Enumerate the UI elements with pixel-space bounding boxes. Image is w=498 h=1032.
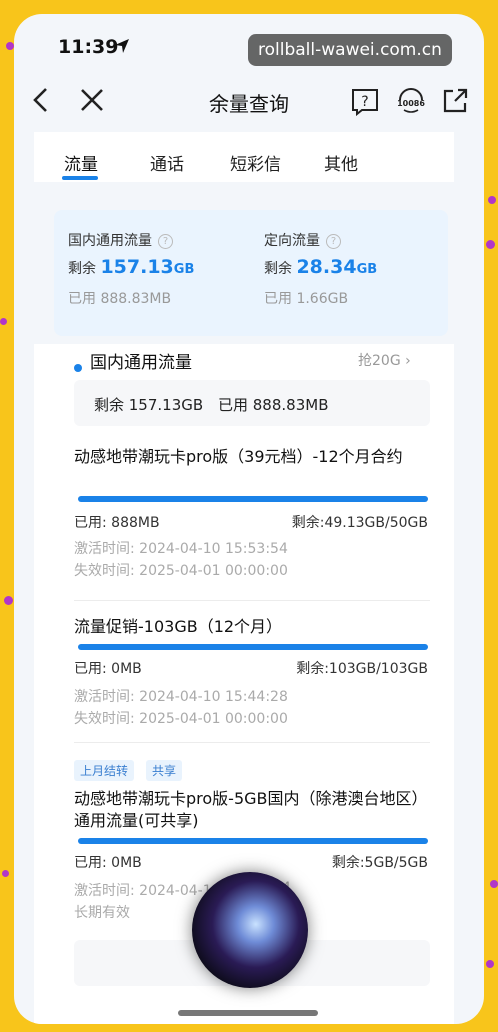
section-used: 已用 888.83MB [218,396,329,414]
info-icon[interactable]: ? [326,233,341,249]
tab-data[interactable]: 流量 [64,150,98,175]
section-title: 国内通用流量 [90,353,192,373]
directed-label: 定向流量 [264,233,320,249]
tab-calls[interactable]: 通话 [150,150,184,175]
directed-used: 已用 1.66GB [264,291,349,307]
package-expires: 失效时间: 2025-04-01 00:00:00 [74,711,288,727]
grab-20g-link[interactable]: 抢20G › [358,350,411,370]
location-arrow-icon [115,39,129,53]
domestic-used: 已用 888.83MB [68,291,172,307]
tab-sms[interactable]: 短彩信 [230,150,281,175]
package-remaining: 剩余:5GB/5GB [331,855,428,871]
tag-carryover: 上月结转 [74,760,135,781]
divider [74,600,430,601]
svg-text:10086: 10086 [397,99,425,108]
package-expires: 失效时间: 2025-04-01 00:00:00 [74,563,288,579]
usage-progress-bar [78,496,428,502]
tag-shared: 共享 [146,760,183,781]
package-used: 已用: 888MB [74,515,160,531]
svg-text:?: ? [361,94,368,110]
tab-other[interactable]: 其他 [324,150,358,175]
watermark: rollball-wawei.com.cn [248,34,452,66]
info-icon[interactable]: ? [158,233,173,249]
help-icon[interactable]: ? [350,86,380,116]
active-tab-indicator [62,176,98,180]
package-name: 流量促销-103GB（12个月） [74,617,283,636]
package-remaining: 剩余:49.13GB/50GB [291,515,428,531]
home-indicator[interactable] [178,1010,318,1016]
package-name: 动感地带潮玩卡pro版（39元档）-12个月合约 [74,447,403,466]
domestic-remaining: 剩余 157.13GB [68,256,195,278]
siri-orb-icon[interactable] [192,872,308,988]
phone-screen: 11:39 rollball-wawei.com.cn 余量查询 ? 10086… [14,14,484,1024]
package-used: 已用: 0MB [74,661,142,677]
status-bar: 11:39 rollball-wawei.com.cn [14,14,484,74]
summary-card: 国内通用流量? 剩余 157.13GB 已用 888.83MB 定向流量? 剩余… [54,210,448,336]
section-remaining: 剩余 157.13GB [94,396,204,414]
tab-bar: 流量 通话 短彩信 其他 [34,132,454,182]
nav-bar: 余量查询 ? 10086 [14,78,484,122]
package-remaining: 剩余:103GB/103GB [296,661,428,677]
package-activated: 激活时间: 2024-04-10 15:53:54 [74,541,288,557]
customer-service-icon[interactable]: 10086 [394,86,428,116]
package-name: 动感地带潮玩卡pro版-5GB国内（除港澳台地区）通用流量(可共享) [74,789,428,830]
package-used: 已用: 0MB [74,855,142,871]
share-icon[interactable] [440,86,470,116]
usage-progress-bar [78,838,428,844]
package-expires: 长期有效 [74,905,130,921]
directed-remaining: 剩余 28.34GB [264,256,378,278]
section-bullet [74,364,82,372]
section-summary: 剩余 157.13GB 已用 888.83MB [74,380,430,426]
usage-progress-bar [78,644,428,650]
package-activated: 激活时间: 2024-04-10 15:44:28 [74,689,288,705]
divider [74,742,430,743]
status-time: 11:39 [58,36,119,58]
package-activated: 激活时间: 2024-04-1 [74,883,212,899]
domestic-label: 国内通用流量 [68,233,152,249]
